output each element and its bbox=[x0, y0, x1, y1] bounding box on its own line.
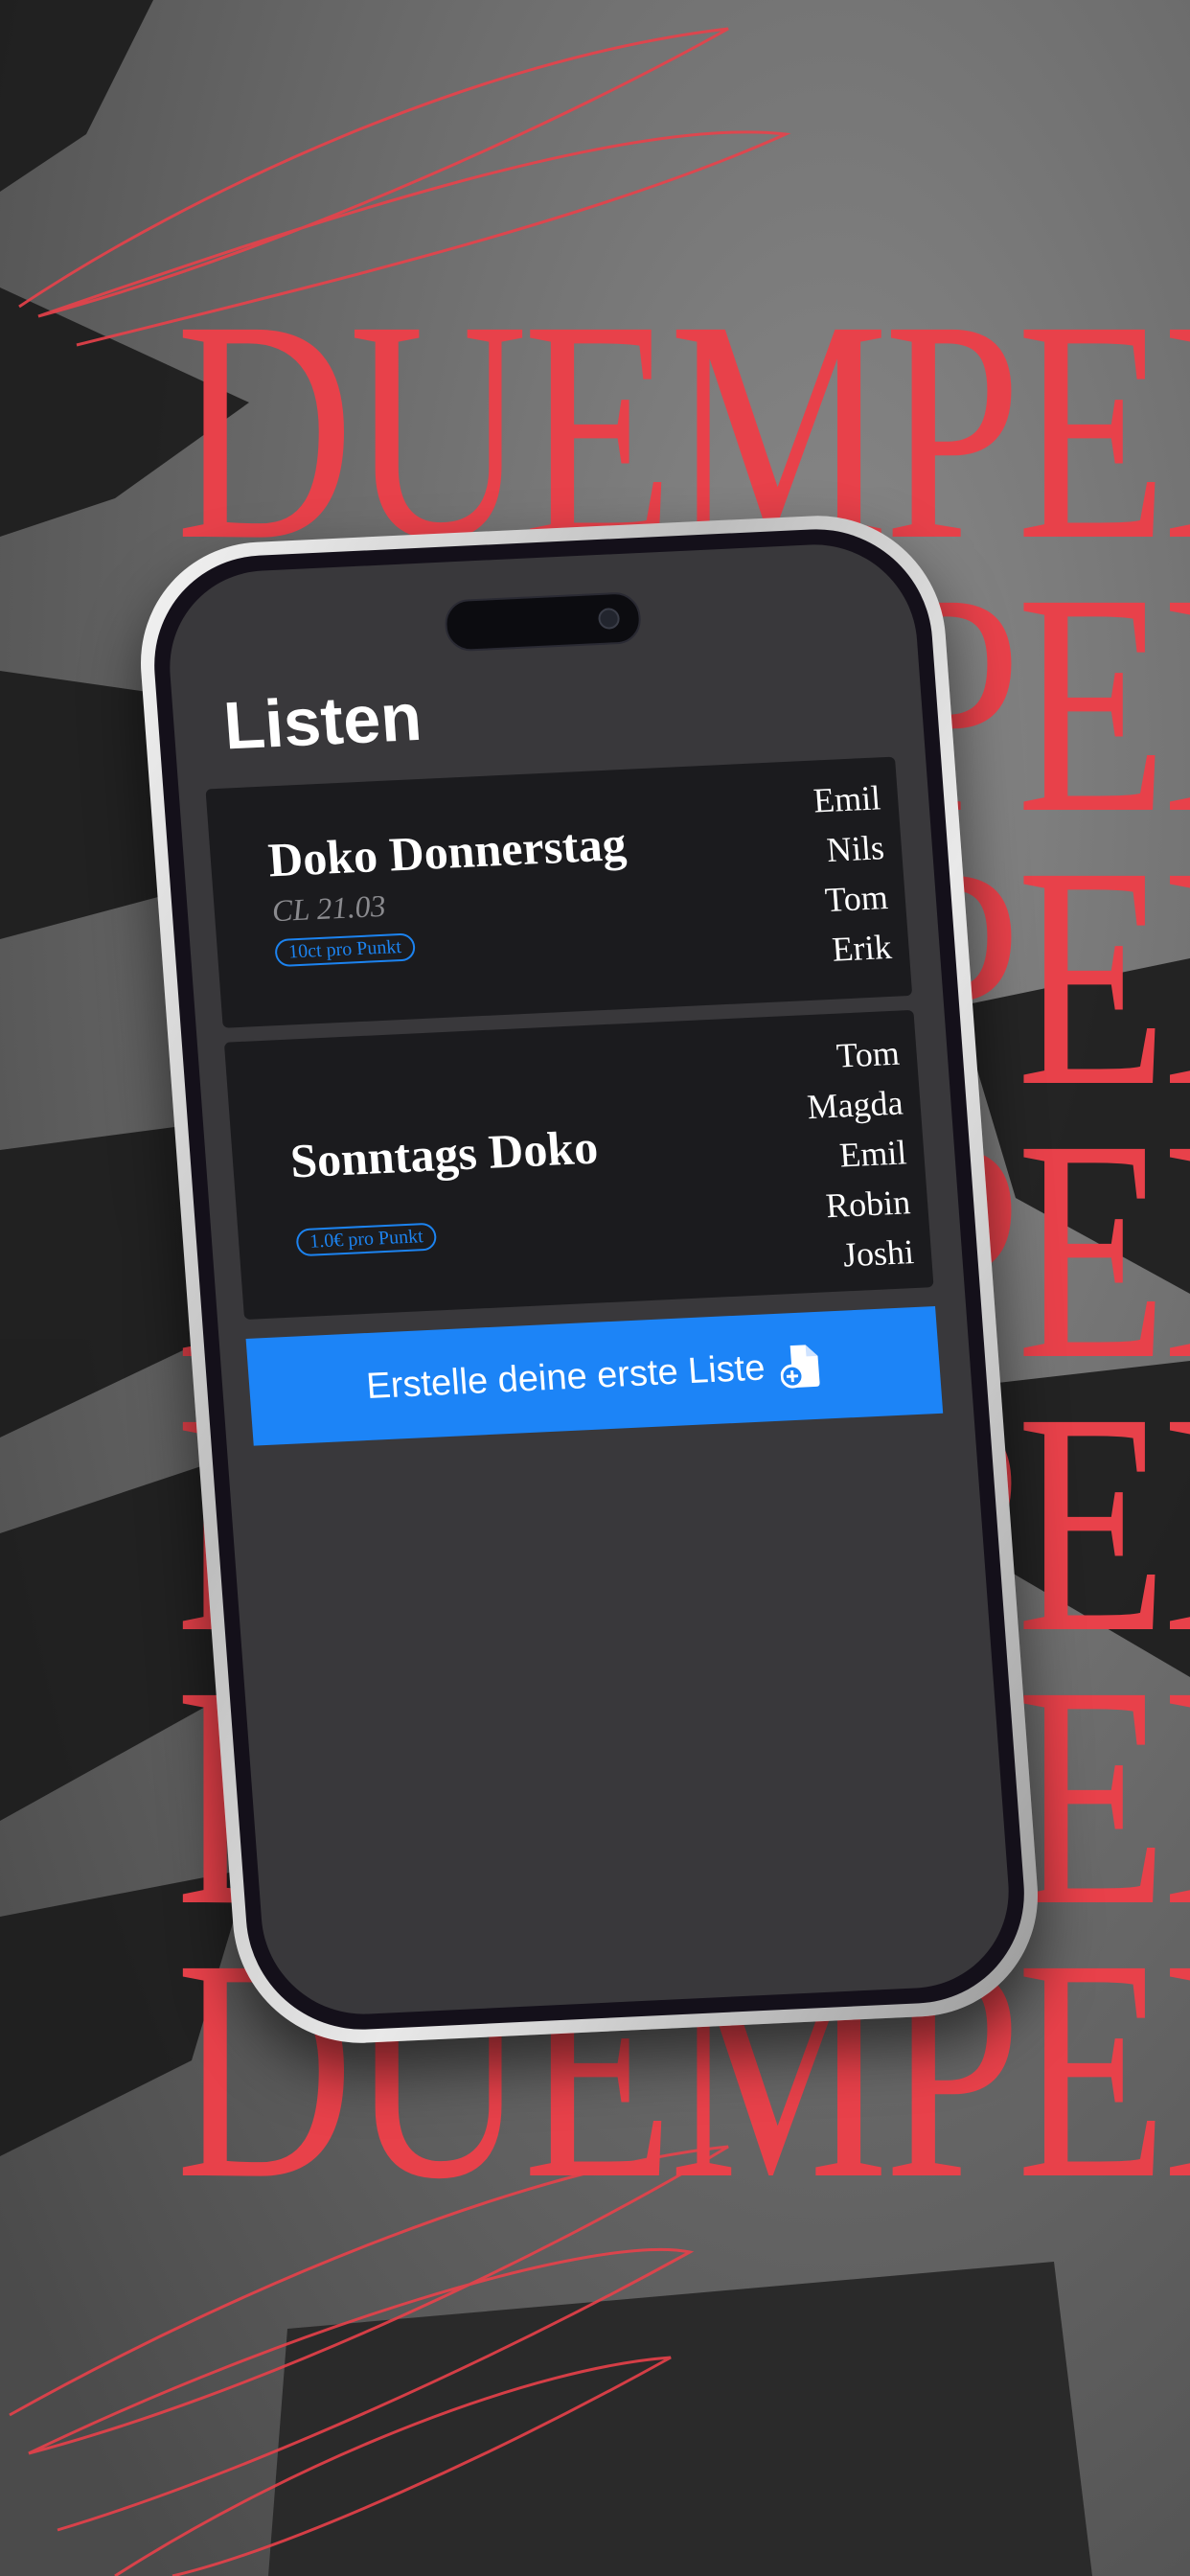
create-list-label: Erstelle deine erste Liste bbox=[364, 1346, 767, 1407]
rate-badge: 1.0€ pro Punkt bbox=[295, 1222, 438, 1257]
rate-badge: 10ct pro Punkt bbox=[274, 932, 416, 968]
list-card-sonntags-doko[interactable]: Sonntags Doko 1.0€ pro Punkt Tom Magda E… bbox=[223, 1009, 934, 1320]
document-add-icon bbox=[779, 1343, 824, 1391]
page-title: Listen bbox=[220, 678, 424, 764]
player-name: Robin bbox=[824, 1183, 912, 1226]
list-name: Doko Donnerstag bbox=[266, 816, 629, 887]
player-name: Tom bbox=[823, 878, 890, 920]
player-name: Tom bbox=[835, 1033, 902, 1075]
player-name: Joshi bbox=[841, 1232, 916, 1275]
player-list: Tom Magda Emil Robin Joshi bbox=[802, 1028, 916, 1281]
player-name: Magda bbox=[806, 1083, 904, 1127]
app-screen: Listen Doko Donnerstag CL 21.03 10ct pro… bbox=[163, 540, 1016, 2019]
player-list: Emil Nils Tom Erik bbox=[812, 772, 893, 975]
list-card-doko-donnerstag[interactable]: Doko Donnerstag CL 21.03 10ct pro Punkt … bbox=[205, 756, 913, 1028]
camera-icon bbox=[597, 608, 621, 630]
player-name: Erik bbox=[831, 927, 893, 969]
dynamic-island bbox=[443, 591, 643, 653]
player-name: Emil bbox=[837, 1133, 908, 1175]
player-name: Emil bbox=[812, 778, 882, 820]
create-list-button[interactable]: Erstelle deine erste Liste bbox=[245, 1306, 944, 1446]
list-name: Sonntags Doko bbox=[288, 1119, 600, 1188]
phone-mockup: Listen Doko Donnerstag CL 21.03 10ct pro… bbox=[131, 510, 1047, 2049]
player-name: Nils bbox=[825, 828, 886, 869]
list-subtitle: CL 21.03 bbox=[270, 887, 387, 929]
